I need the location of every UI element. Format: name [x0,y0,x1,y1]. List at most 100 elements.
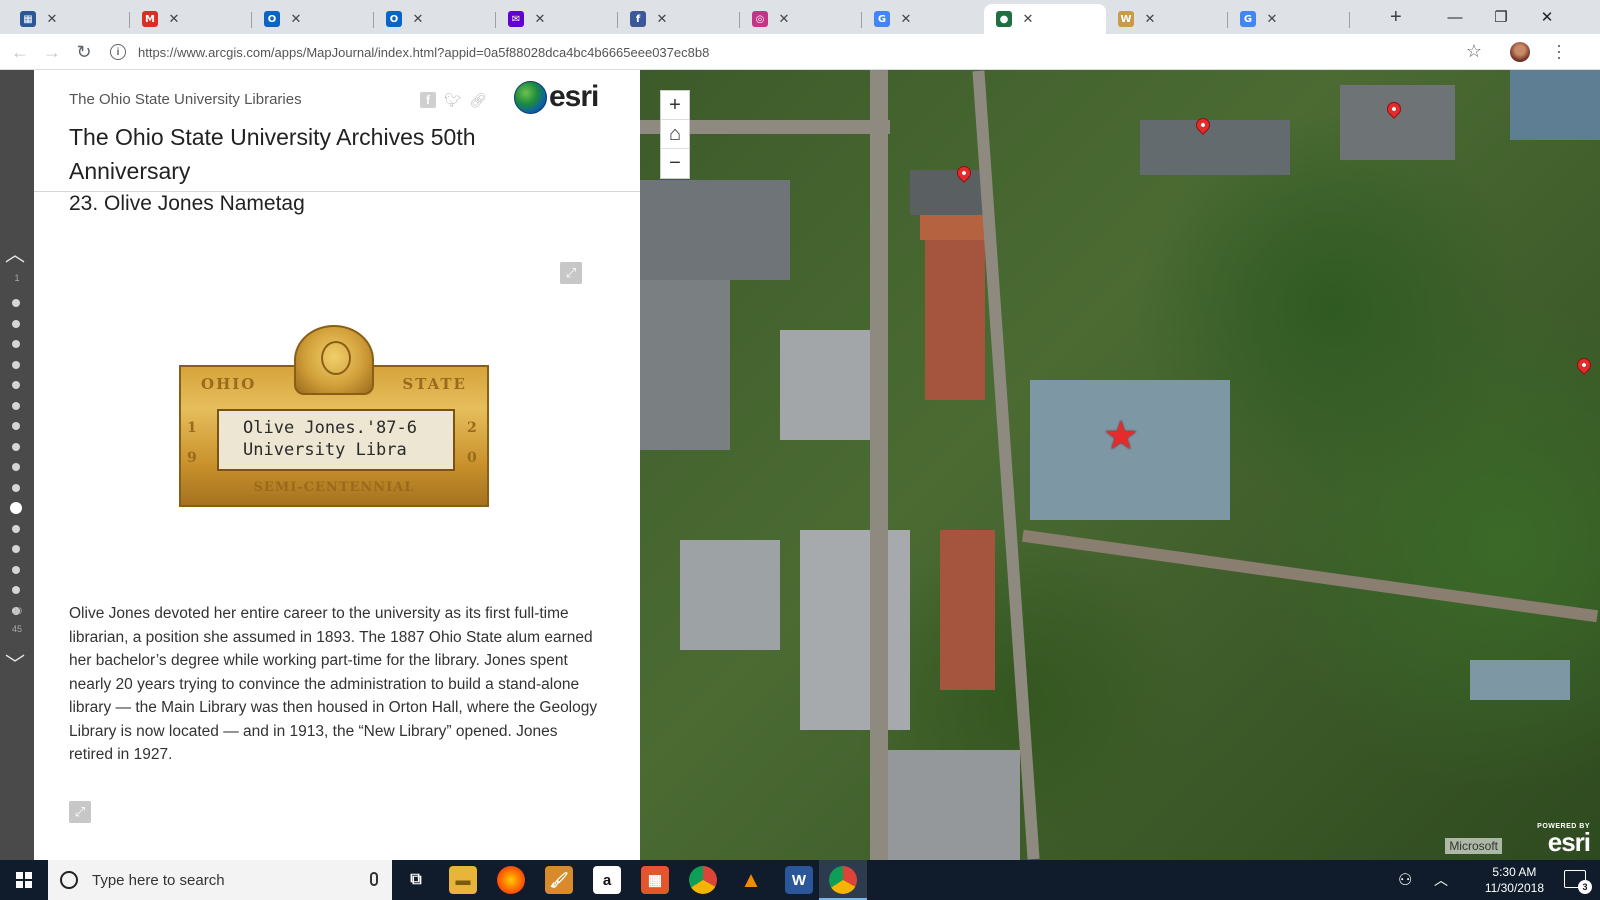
close-window-button[interactable]: ✕ [1524,0,1570,34]
section-nav-dot[interactable] [12,442,20,451]
map-building [1140,120,1290,175]
map-road [870,70,888,860]
firefox-icon[interactable] [497,866,525,894]
bookmark-star-icon[interactable]: ☆ [1466,41,1482,62]
forward-button[interactable]: → [40,40,64,64]
browser-tab[interactable]: ●The Ohio S✕ [984,4,1135,84]
office-icon[interactable]: ▦ [641,866,669,894]
section-nav-dot[interactable] [12,340,20,348]
section-nav-dot[interactable] [12,360,20,369]
section-nav-dot[interactable] [12,586,20,594]
reload-button[interactable]: ↻ [72,40,96,64]
powered-by-esri-badge[interactable]: POWERED BY esri [1537,823,1591,855]
chrome-menu-icon[interactable]: · · · [1556,36,1562,66]
profile-avatar[interactable] [1510,42,1530,62]
twitter-share-icon[interactable]: 🐦︎ [444,92,462,108]
facebook-share-icon[interactable]: f [420,92,436,108]
chevron-up-tray-icon[interactable]: ︿ [1434,860,1448,900]
browser-tab[interactable]: WVINTAGE S✕ [1106,4,1262,84]
microphone-icon[interactable] [370,872,378,886]
start-button[interactable] [0,860,48,900]
esri-logo[interactable]: esri [514,80,599,114]
amazon-icon[interactable]: a [593,866,621,894]
people-icon[interactable]: ⚇ [1398,860,1412,900]
map-building [780,330,880,440]
instagram-icon: ◎ [752,11,768,27]
page-title: The Ohio State University Archives 50th … [69,124,476,184]
search-placeholder: Type here to search [92,871,225,889]
browser-tabstrip: ▦Posts ‹ Frat✕MInbox - fran✕OMail - arch… [0,0,1600,84]
address-bar[interactable]: i https://www.arcgis.com/apps/MapJournal… [110,39,1580,65]
task-view-icon[interactable]: ⧉ [402,866,430,894]
nametag-left-year: 19 [187,420,197,466]
map-attribution: Microsoft [1445,838,1502,854]
close-tab-icon[interactable]: ✕ [44,11,60,27]
site-info-icon[interactable]: i [110,44,126,60]
browser-tab[interactable]: Gfraternity c✕ [862,4,1004,84]
expand-panel-icon[interactable]: ⤢ [69,801,91,823]
close-tab-icon[interactable]: ✕ [1264,11,1280,27]
browser-tab[interactable]: ✉(68 unread✕ [496,4,642,84]
section-nav-dot[interactable] [12,381,20,389]
section-nav-number: 1 [14,273,20,283]
close-tab-icon[interactable]: ✕ [288,11,304,27]
section-nav-dot[interactable] [12,319,20,328]
header-subtitle: The Ohio State University Libraries [69,91,302,108]
map-building [1470,660,1570,700]
section-nav-dot[interactable] [12,463,20,471]
back-button[interactable]: ← [8,40,32,64]
browser-tab[interactable]: OMail - archi✕ [252,4,399,84]
map-building [910,170,990,215]
close-tab-icon[interactable]: ✕ [410,11,426,27]
close-tab-icon[interactable]: ✕ [1020,11,1036,27]
close-tab-icon[interactable]: ✕ [898,11,914,27]
paint-icon[interactable]: 🖌︎ [545,866,573,894]
chevron-up-icon[interactable]: ︿ [5,238,25,267]
minimize-button[interactable]: — [1432,0,1478,34]
browser-tab[interactable]: fFacebook✕ [618,4,754,84]
zoom-in-button[interactable]: + [661,91,689,120]
nametag-card: Olive Jones.'87-6 University Libra [217,409,455,471]
section-nav-dot[interactable] [10,502,22,514]
clock-time: 5:30 AM [1492,865,1537,879]
section-nav-dot[interactable] [12,299,20,307]
selected-location-star-icon[interactable]: ★ [1103,416,1139,456]
taskbar-search-box[interactable]: Type here to search [48,860,392,900]
zoom-out-button[interactable]: − [661,149,689,178]
section-nav-dot[interactable] [12,524,20,533]
close-tab-icon[interactable]: ✕ [1142,11,1158,27]
url-text: https://www.arcgis.com/apps/MapJournal/i… [138,44,710,60]
section-nav-dot[interactable] [12,422,20,430]
browser-tab[interactable]: OMail - Fran✕ [374,4,519,84]
browser-tab[interactable]: ◎Instagram✕ [740,4,877,84]
word-icon[interactable]: W [785,866,813,894]
restore-button[interactable]: ❐ [1478,0,1524,34]
map-building [640,180,790,280]
section-nav-dot[interactable] [12,483,20,492]
close-tab-icon[interactable]: ✕ [166,11,182,27]
link-share-icon[interactable]: 🔗︎ [469,92,487,108]
chrome-icon[interactable] [689,866,717,894]
section-nav-dot[interactable] [12,565,20,574]
section-nav-dot[interactable] [12,401,20,410]
expand-media-icon[interactable]: ⤢ [560,262,582,284]
system-clock[interactable]: 5:30 AM 11/30/2018 [1485,864,1544,896]
browser-tab[interactable]: ▦Posts ‹ Frat✕ [8,4,162,84]
side-panel: The Ohio State University Libraries f 🐦︎… [34,70,640,860]
close-tab-icon[interactable]: ✕ [532,11,548,27]
chrome-profile-icon[interactable] [829,866,857,894]
journal-header: The Ohio State University Libraries f 🐦︎… [34,70,640,192]
map-building [1340,85,1455,160]
chevron-down-icon[interactable]: ﹀ [5,648,25,677]
close-tab-icon[interactable]: ✕ [654,11,670,27]
section-nav-dot[interactable] [12,545,20,553]
file-explorer-icon[interactable]: ▬ [449,866,477,894]
browser-tab[interactable]: GThe H&S C✕ [1228,4,1379,84]
map-view[interactable]: ★ + ⌂ − Microsoft POWERED BY esri [640,70,1600,860]
new-tab-button[interactable]: + [1390,6,1402,29]
browser-tab[interactable]: MInbox - fran✕ [130,4,281,84]
close-tab-icon[interactable]: ✕ [776,11,792,27]
home-icon[interactable]: ⌂ [661,120,689,149]
vlc-icon[interactable]: ▲ [737,866,765,894]
map-marker[interactable] [1574,355,1594,375]
